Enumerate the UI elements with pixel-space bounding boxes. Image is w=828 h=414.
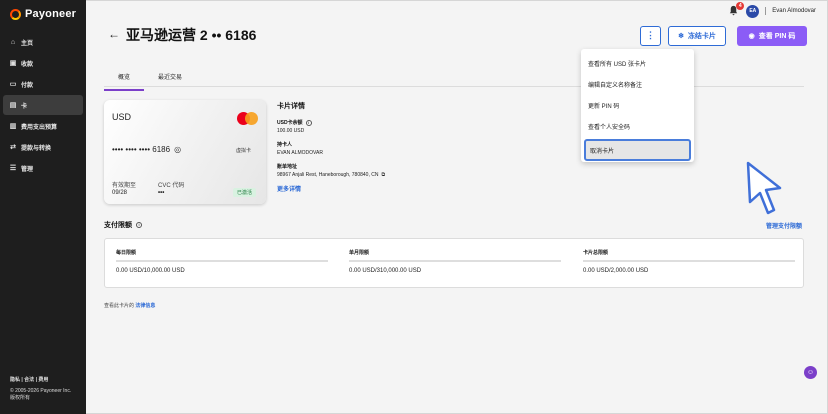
limit-progress-bar (349, 260, 561, 262)
expiry-value: 09/28 (112, 190, 128, 196)
tab-divider (104, 86, 804, 87)
back-arrow-icon[interactable]: ← (108, 27, 120, 41)
mastercard-logo-icon (237, 112, 259, 125)
card-details-title: 卡片详情 (277, 103, 305, 110)
menu-item-update-pin[interactable]: 更新 PIN 码 (581, 95, 694, 115)
copyright: © 2005-2026 Payoneer Inc. (10, 388, 72, 394)
sidebar-item-label: 付款 (21, 82, 34, 89)
tab-overview[interactable]: 概览 (104, 70, 145, 91)
address-value: 98967 Anjali Rest, Haneborough, 780840, … (277, 172, 477, 178)
exchange-icon: ⇄ (10, 144, 16, 151)
info-icon[interactable]: i (136, 222, 142, 228)
limit-value: 0.00 USD/10,000.00 USD (116, 268, 185, 274)
menu-item-view-security-code[interactable]: 查看个人安全码 (581, 116, 694, 136)
legal-info: 查看此卡片的 法律信息 (104, 302, 155, 309)
menu-item-cancel-card[interactable]: 取消卡片 (584, 139, 691, 161)
eye-icon[interactable]: ◎ (174, 145, 181, 154)
monthly-limit: 单月限额 0.00 USD/310,000.00 USD (349, 249, 561, 274)
freeze-card-button[interactable]: ❄ 冻结卡片 (668, 26, 726, 46)
limit-label: 每日限额 (116, 250, 137, 256)
sidebar: Payoneer ⌂ 主页 ▣ 收款 ▭ 付款 ▤ 卡 ▥ 费用支出预算 ⇄ 提… (0, 0, 86, 414)
footer-links[interactable]: 隐私 | 合法 | 费用 (10, 377, 71, 384)
sidebar-item-cards[interactable]: ▤ 卡 (3, 95, 83, 115)
sidebar-item-label: 收款 (21, 61, 34, 68)
limits-panel: 每日限额 0.00 USD/10,000.00 USD 单月限额 0.00 US… (104, 238, 804, 288)
card-currency: USD (112, 112, 132, 122)
balance-label-text: USD卡余额 (277, 120, 303, 126)
sidebar-item-pay[interactable]: ▭ 付款 (3, 74, 83, 94)
limit-value: 0.00 USD/2,000.00 USD (583, 268, 649, 274)
total-limit: 卡片总限额 0.00 USD/2,000.00 USD (583, 249, 795, 274)
virtual-card: USD •••• •••• •••• 6186 ◎ 虚拟卡 有效期至 09/28… (104, 100, 266, 204)
menu-item-edit-name[interactable]: 编辑自定义名称备注 (581, 74, 694, 94)
limit-label: 单月限额 (349, 250, 370, 256)
more-options-menu: 查看所有 USD 张卡片 编辑自定义名称备注 更新 PIN 码 查看个人安全码 … (581, 49, 694, 162)
card-type: 虚拟卡 (236, 148, 252, 154)
card-details: 卡片详情 USD卡余额 i 100.00 USD 持卡人 EVAN ALMODO… (277, 101, 477, 193)
main-content: ← 亚马逊运营 2 •• 6186 ⋮ ❄ 冻结卡片 ◉ 查看 PIN 码 概览… (86, 0, 828, 414)
accessibility-help-button[interactable]: ☺ (804, 366, 817, 379)
holder-value: EVAN ALMODOVAR (277, 150, 323, 156)
more-options-button[interactable]: ⋮ (640, 26, 661, 46)
sidebar-item-label: 管理 (21, 166, 34, 173)
budget-icon: ▥ (9, 123, 17, 130)
sidebar-item-label: 卡 (21, 103, 28, 110)
address-label: 账单地址 (277, 164, 298, 170)
limit-progress-bar (583, 260, 795, 262)
expiry-label: 有效期至 (112, 183, 137, 189)
pointer-cursor-icon (746, 161, 782, 215)
accessibility-icon: ☺ (806, 369, 815, 376)
sidebar-item-receive[interactable]: ▣ 收款 (3, 53, 83, 73)
menu-icon: ☰ (9, 165, 17, 172)
sidebar-item-label: 提款与转换 (21, 145, 52, 152)
page-title: 亚马逊运营 2 •• 6186 (126, 27, 257, 43)
copy-icon[interactable]: ⧉ (381, 172, 385, 178)
payment-limits-title: 支付限额 i (104, 220, 142, 230)
limit-progress-bar (116, 260, 328, 262)
sidebar-nav: ⌂ 主页 ▣ 收款 ▭ 付款 ▤ 卡 ▥ 费用支出预算 ⇄ 提款与转换 ☰ 管理 (3, 32, 83, 179)
payoneer-logo-icon (10, 8, 21, 20)
payoneer-logo[interactable]: Payoneer (10, 8, 76, 20)
holder-label: 持卡人 (277, 142, 293, 148)
card-number-text: •••• •••• •••• 6186 (112, 145, 171, 154)
sidebar-item-withdraw[interactable]: ⇄ 提款与转换 (3, 137, 83, 157)
sidebar-item-label: 主页 (21, 40, 34, 47)
sidebar-footer: 隐私 | 合法 | 费用 © 2005-2026 Payoneer Inc. 版… (10, 377, 71, 402)
sidebar-item-label: 费用支出预算 (21, 124, 58, 131)
daily-limit: 每日限额 0.00 USD/10,000.00 USD (116, 249, 328, 274)
card-number: •••• •••• •••• 6186 ◎ (112, 145, 181, 154)
limit-value: 0.00 USD/310,000.00 USD (349, 268, 422, 274)
snowflake-icon: ❄ (678, 33, 684, 40)
view-pin-button[interactable]: ◉ 查看 PIN 码 (737, 26, 807, 46)
inbox-icon: ▣ (9, 60, 17, 67)
more-details-link[interactable]: 更多详情 (277, 184, 477, 193)
cvc-value: ••• (158, 190, 165, 196)
payment-limits-heading: 支付限额 (104, 222, 132, 229)
freeze-card-label: 冻结卡片 (687, 33, 716, 40)
balance-value: 100.00 USD (277, 128, 305, 134)
sidebar-item-home[interactable]: ⌂ 主页 (3, 32, 83, 52)
eye-icon: ◉ (748, 33, 755, 40)
rights-text: 版权所有 (10, 395, 31, 401)
menu-item-view-all-cards[interactable]: 查看所有 USD 张卡片 (581, 53, 694, 73)
home-icon: ⌂ (10, 38, 16, 46)
brand-name: Payoneer (25, 8, 77, 20)
balance-label: USD卡余额 i (277, 119, 477, 126)
status-badge: 已激活 (233, 188, 257, 197)
view-pin-label: 查看 PIN 码 (758, 33, 796, 40)
legal-info-link[interactable]: 法律信息 (135, 303, 155, 309)
info-icon[interactable]: i (305, 119, 312, 126)
tab-recent-transactions[interactable]: 最近交易 (144, 70, 188, 91)
legal-prefix: 查看此卡片的 (104, 303, 135, 309)
payment-icon: ▭ (9, 81, 17, 88)
sidebar-item-budget[interactable]: ▥ 费用支出预算 (3, 116, 83, 136)
card-icon: ▤ (9, 102, 17, 109)
sidebar-item-manage[interactable]: ☰ 管理 (3, 158, 83, 178)
address-text: 98967 Anjali Rest, Haneborough, 780840, … (277, 172, 379, 178)
limit-label: 卡片总限额 (583, 250, 609, 256)
manage-limits-link[interactable]: 管理支付限额 (766, 221, 802, 230)
tabs: 概览 最近交易 (104, 70, 188, 91)
cvc-label: CVC 代码 (158, 183, 185, 189)
